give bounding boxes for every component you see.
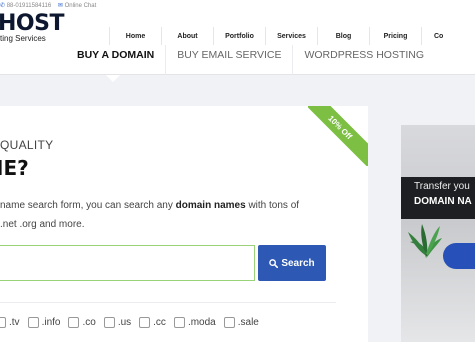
desc-bold: domain names [175,200,246,211]
site-header: ✆ 88-01911584116 ✉ Online Chat HOST ting… [0,0,475,75]
nav-pricing[interactable]: Pricing [369,27,421,45]
tld-label: .cc [153,317,166,328]
nav-portfolio[interactable]: Portfolio [213,27,265,45]
promo-title: Transfer you [414,181,470,192]
nav-blog[interactable]: Blog [317,27,369,45]
domain-search-input[interactable] [0,245,255,281]
card-eyebrow: QUALITY [0,138,54,152]
transfer-promo-banner[interactable]: Transfer you DOMAIN NA [401,125,475,342]
tld-checkbox[interactable] [68,317,80,328]
tab-wordpress-hosting[interactable]: WORDPRESS HOSTING [292,45,435,75]
tld-option[interactable]: .moda [173,317,216,328]
tld-checkbox[interactable] [0,317,6,328]
discount-ribbon: 10% Off [308,106,368,166]
desc-text-2: with tons of [245,200,300,211]
nav-contact[interactable]: Co [421,27,461,45]
nav-home[interactable]: Home [109,27,161,45]
tab-buy-domain[interactable]: BUY A DOMAIN [66,45,165,75]
service-tabs: BUY A DOMAIN BUY EMAIL SERVICE WORDPRESS… [66,45,435,75]
tld-option[interactable]: .cc [139,317,166,328]
tld-checkbox[interactable] [173,317,185,328]
chat-icon: ✉ [57,3,63,9]
tld-label: .tv [9,317,20,328]
nav-services[interactable]: Services [265,27,317,45]
promo-subtitle: DOMAIN NA [414,196,472,207]
promo-cta-button[interactable] [443,243,475,269]
search-button-label: Search [281,257,315,269]
contact-bar: ✆ 88-01911584116 ✉ Online Chat [0,2,96,9]
main-nav: Home About Portfolio Services Blog Prici… [109,27,461,45]
desc-text-1: name search form, you can search any [0,200,176,211]
site-logo[interactable]: HOST [0,13,64,35]
nav-about[interactable]: About [161,27,213,45]
phone-number: 88-01911584116 [6,3,52,9]
tld-label: .co [82,317,96,328]
tld-checkbox[interactable] [139,317,151,328]
discount-label: 10% Off [308,106,368,166]
search-button[interactable]: Search [258,245,326,281]
desc-text-3: .net .org and more. [0,219,85,230]
tld-checkbox[interactable] [223,317,235,328]
plant-icon [408,224,442,258]
tld-options: .tv .info .co .us .cc .moda .sale [0,317,267,328]
tld-option[interactable]: .tv [0,317,20,328]
tab-buy-email[interactable]: BUY EMAIL SERVICE [165,45,292,75]
tld-label: .us [117,317,132,328]
search-icon [269,258,279,268]
tld-label: .sale [237,317,259,328]
active-tab-pointer [106,75,120,82]
tld-option[interactable]: .sale [223,317,259,328]
tld-option[interactable]: .info [27,317,61,328]
online-chat-link[interactable]: Online Chat [65,3,97,9]
phone-icon: ✆ [0,3,6,9]
tld-option[interactable]: .co [68,317,96,328]
tld-label: .info [41,317,61,328]
tld-option[interactable]: .us [103,317,132,328]
tld-label: .moda [187,317,216,328]
tld-checkbox[interactable] [103,317,115,328]
card-description: name search form, you can search any dom… [0,196,340,234]
logo-tagline: ting Services [0,34,46,43]
divider [0,302,336,303]
tld-checkbox[interactable] [27,317,39,328]
domain-search-card: 10% Off QUALITY IE? name search form, yo… [0,106,368,342]
card-headline: IE? [0,156,29,180]
